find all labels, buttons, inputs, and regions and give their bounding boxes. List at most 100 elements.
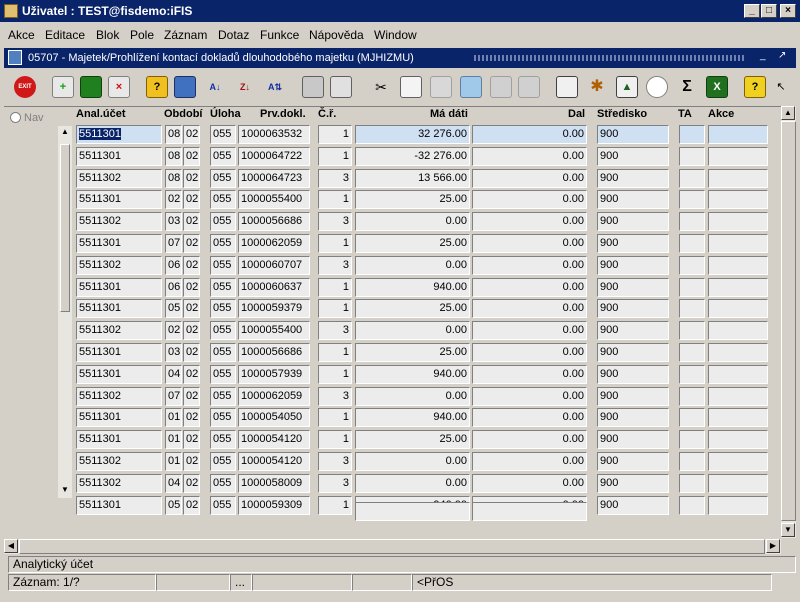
dal-cell[interactable]: 0.00 bbox=[472, 255, 587, 275]
anal-ucet-cell[interactable]: 5511301 bbox=[76, 234, 162, 253]
cr-cell[interactable]: 1 bbox=[318, 125, 352, 144]
obdobi-month-cell[interactable]: 01 bbox=[165, 430, 182, 450]
print-preview-icon[interactable] bbox=[330, 76, 352, 98]
cr-cell[interactable]: 1 bbox=[318, 408, 352, 428]
ta-cell[interactable] bbox=[679, 255, 705, 275]
obdobi-year-cell[interactable]: 02 bbox=[183, 234, 200, 253]
maximize-icon[interactable]: □ bbox=[761, 4, 777, 18]
akce-cell[interactable] bbox=[708, 452, 768, 471]
akce-cell[interactable] bbox=[708, 364, 768, 384]
dal-cell[interactable]: 0.00 bbox=[472, 364, 587, 384]
dal-cell[interactable]: 0.00 bbox=[472, 146, 587, 166]
ta-cell[interactable] bbox=[679, 430, 705, 450]
obdobi-year-cell[interactable]: 02 bbox=[183, 277, 200, 297]
ma-dati-cell[interactable]: -32 276.00 bbox=[355, 146, 470, 166]
akce-cell[interactable] bbox=[708, 495, 768, 515]
obdobi-month-cell[interactable]: 06 bbox=[165, 277, 182, 297]
cr-cell[interactable]: 1 bbox=[318, 299, 352, 319]
akce-cell[interactable] bbox=[708, 299, 768, 319]
dal-cell[interactable]: 0.00 bbox=[472, 299, 587, 319]
hscroll-thumb[interactable] bbox=[19, 539, 765, 554]
horizontal-scrollbar[interactable]: ◀ ▶ bbox=[4, 539, 781, 554]
obdobi-year-cell[interactable]: 02 bbox=[183, 364, 200, 384]
obdobi-month-cell[interactable]: 05 bbox=[165, 299, 182, 319]
obdobi-month-cell[interactable]: 08 bbox=[165, 125, 182, 144]
hscroll-left-icon[interactable]: ◀ bbox=[4, 539, 18, 553]
obdobi-month-cell[interactable]: 04 bbox=[165, 473, 182, 493]
insert-record-icon[interactable]: + bbox=[52, 76, 74, 98]
scroll-thumb[interactable] bbox=[60, 144, 70, 312]
stredisko-cell[interactable]: 900 bbox=[597, 168, 669, 188]
dal-cell[interactable]: 0.00 bbox=[472, 430, 587, 450]
stredisko-cell[interactable]: 900 bbox=[597, 473, 669, 493]
ma-dati-cell[interactable]: 25.00 bbox=[355, 190, 470, 210]
ta-cell[interactable] bbox=[679, 495, 705, 515]
prv-dokl-cell[interactable]: 1000055400 bbox=[238, 321, 310, 341]
minimize-icon[interactable]: _ bbox=[744, 4, 760, 18]
columns-icon[interactable] bbox=[518, 76, 540, 98]
obdobi-month-cell[interactable]: 01 bbox=[165, 408, 182, 428]
vscroll-down-icon[interactable]: ▼ bbox=[781, 523, 795, 537]
scroll-up-icon[interactable]: ▲ bbox=[58, 126, 72, 140]
ma-dati-cell[interactable]: 25.00 bbox=[355, 299, 470, 319]
anal-ucet-cell[interactable]: 5511301 bbox=[76, 146, 162, 166]
dal-cell[interactable]: 0.00 bbox=[472, 343, 587, 362]
prv-dokl-cell[interactable]: 1000062059 bbox=[238, 386, 310, 406]
ma-dati-cell[interactable]: 25.00 bbox=[355, 430, 470, 450]
obdobi-month-cell[interactable]: 07 bbox=[165, 234, 182, 253]
cr-cell[interactable]: 3 bbox=[318, 168, 352, 188]
obdobi-year-cell[interactable]: 02 bbox=[183, 343, 200, 362]
ta-cell[interactable] bbox=[679, 452, 705, 471]
anal-ucet-cell[interactable]: 5511301 bbox=[76, 364, 162, 384]
anal-ucet-cell[interactable]: 5511302 bbox=[76, 473, 162, 493]
vscroll-up-icon[interactable]: ▲ bbox=[781, 106, 795, 120]
ma-dati-cell[interactable]: 0.00 bbox=[355, 321, 470, 341]
obdobi-year-cell[interactable]: 02 bbox=[183, 168, 200, 188]
prv-dokl-cell[interactable]: 1000054050 bbox=[238, 408, 310, 428]
ta-cell[interactable] bbox=[679, 343, 705, 362]
settings-icon[interactable]: ✱ bbox=[586, 76, 608, 98]
execute-query-icon[interactable] bbox=[174, 76, 196, 98]
menu-napoveda[interactable]: Nápověda bbox=[309, 28, 364, 42]
ma-dati-cell[interactable]: 13 566.00 bbox=[355, 168, 470, 188]
anal-ucet-cell[interactable]: 5511301 bbox=[76, 125, 162, 144]
sort-desc-icon[interactable]: Z↓ bbox=[234, 76, 256, 98]
uloha-cell[interactable]: 055 bbox=[210, 190, 236, 210]
obdobi-month-cell[interactable]: 02 bbox=[165, 190, 182, 210]
search-icon[interactable] bbox=[460, 76, 482, 98]
clock-icon[interactable] bbox=[646, 76, 668, 98]
anal-ucet-cell[interactable]: 5511301 bbox=[76, 430, 162, 450]
prv-dokl-cell[interactable]: 1000054120 bbox=[238, 452, 310, 471]
obdobi-month-cell[interactable]: 03 bbox=[165, 343, 182, 362]
obdobi-month-cell[interactable]: 08 bbox=[165, 168, 182, 188]
prv-dokl-cell[interactable]: 1000057939 bbox=[238, 364, 310, 384]
akce-cell[interactable] bbox=[708, 234, 768, 253]
ta-cell[interactable] bbox=[679, 386, 705, 406]
help-pointer-icon[interactable]: ↖ bbox=[772, 76, 790, 98]
ma-dati-cell[interactable]: 0.00 bbox=[355, 212, 470, 232]
ta-cell[interactable] bbox=[679, 299, 705, 319]
uloha-cell[interactable]: 055 bbox=[210, 212, 236, 232]
uloha-cell[interactable]: 055 bbox=[210, 168, 236, 188]
obdobi-month-cell[interactable]: 04 bbox=[165, 364, 182, 384]
cr-cell[interactable]: 3 bbox=[318, 452, 352, 471]
stredisko-cell[interactable]: 900 bbox=[597, 408, 669, 428]
akce-cell[interactable] bbox=[708, 125, 768, 144]
scroll-down-icon[interactable]: ▼ bbox=[58, 484, 72, 498]
cr-cell[interactable]: 1 bbox=[318, 146, 352, 166]
list-icon[interactable] bbox=[490, 76, 512, 98]
anal-ucet-cell[interactable]: 5511301 bbox=[76, 343, 162, 362]
akce-cell[interactable] bbox=[708, 408, 768, 428]
ta-cell[interactable] bbox=[679, 190, 705, 210]
akce-cell[interactable] bbox=[708, 430, 768, 450]
prv-dokl-cell[interactable]: 1000054120 bbox=[238, 430, 310, 450]
ma-dati-cell[interactable]: 25.00 bbox=[355, 343, 470, 362]
calculator-icon[interactable] bbox=[556, 76, 578, 98]
sum-icon[interactable]: Σ bbox=[676, 76, 698, 98]
obdobi-year-cell[interactable]: 02 bbox=[183, 430, 200, 450]
akce-cell[interactable] bbox=[708, 212, 768, 232]
akce-cell[interactable] bbox=[708, 277, 768, 297]
akce-cell[interactable] bbox=[708, 321, 768, 341]
stredisko-cell[interactable]: 900 bbox=[597, 452, 669, 471]
ta-cell[interactable] bbox=[679, 321, 705, 341]
